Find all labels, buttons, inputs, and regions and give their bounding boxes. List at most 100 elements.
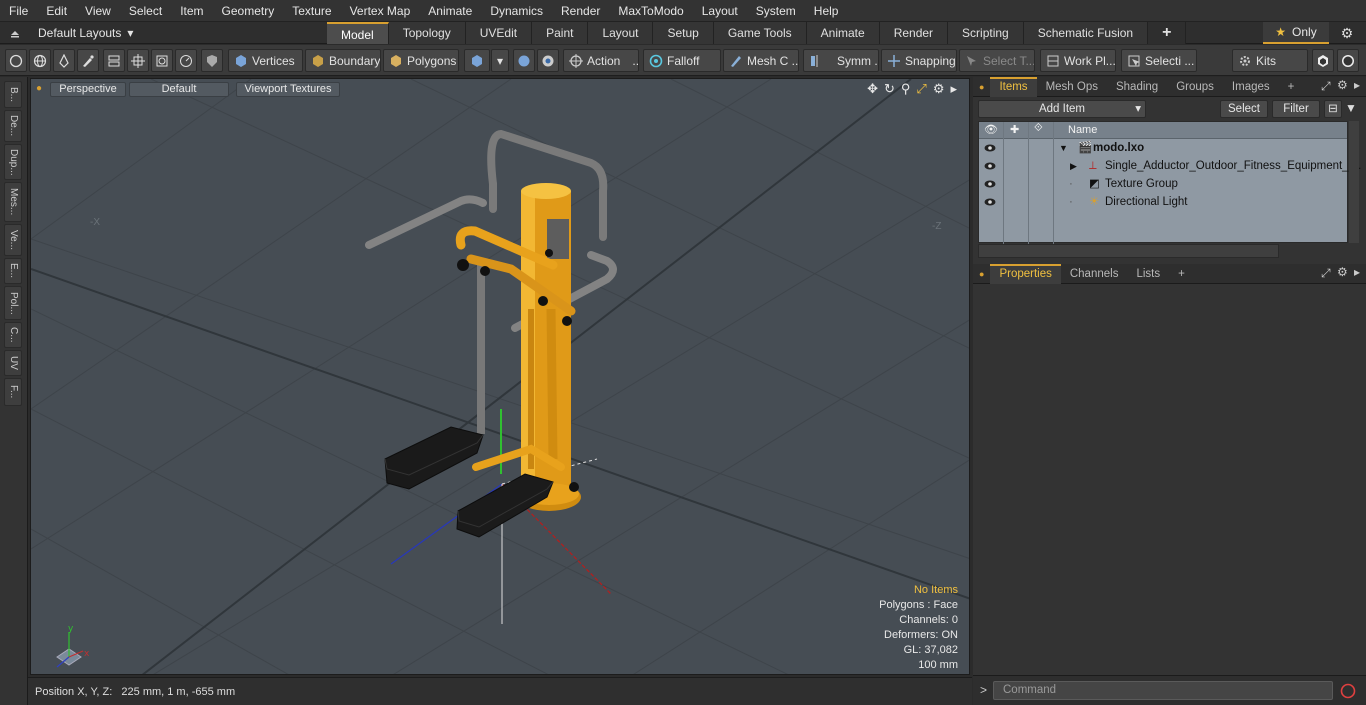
tab-game-tools[interactable]: Game Tools — [713, 22, 807, 44]
select-button[interactable]: Select — [1220, 100, 1268, 118]
type-column-icon[interactable]: ⟐ — [1034, 122, 1043, 135]
tab-properties[interactable]: Properties — [990, 263, 1061, 284]
boundary-button[interactable]: Boundary — [305, 49, 381, 72]
select-circle-icon[interactable] — [5, 49, 27, 72]
tab-schematic-fusion[interactable]: Schematic Fusion — [1023, 22, 1149, 44]
visibility-eye-icon[interactable] — [984, 196, 996, 208]
symmetry-shield-icon[interactable] — [513, 49, 535, 72]
cube-mode-icon[interactable] — [464, 49, 490, 72]
shading-mode-button[interactable]: Default — [129, 82, 229, 97]
menu-geometry[interactable]: Geometry — [213, 0, 284, 22]
tab-shading[interactable]: Shading — [1107, 77, 1167, 97]
left-tab-edge[interactable]: E... — [4, 258, 22, 284]
items-horizontal-scrollbar[interactable] — [978, 244, 1279, 258]
menu-vertex-map[interactable]: Vertex Map — [341, 0, 420, 22]
visibility-column-eye-icon[interactable]: 👁 — [984, 123, 998, 136]
tab-scripting[interactable]: Scripting — [948, 22, 1024, 44]
expand-arrow-icon[interactable]: ▼ — [1059, 139, 1068, 157]
fitness-equipment-model[interactable] — [365, 129, 617, 538]
filter-button[interactable]: Filter — [1272, 100, 1320, 118]
tab-setup[interactable]: Setup — [653, 22, 714, 44]
mode-chevron-down-icon[interactable]: ▾ — [491, 49, 509, 72]
command-input[interactable]: Command — [993, 681, 1333, 700]
menu-texture[interactable]: Texture — [283, 0, 340, 22]
tab-channels[interactable]: Channels — [1061, 264, 1128, 284]
menu-edit[interactable]: Edit — [37, 0, 76, 22]
selection-sets-button[interactable]: Selecti ... — [1121, 49, 1197, 72]
unreal-icon[interactable] — [1337, 49, 1359, 72]
add-properties-tab-icon[interactable]: + — [1169, 264, 1194, 284]
viewport-play-icon[interactable]: ▸ — [950, 81, 957, 97]
work-plane-button[interactable]: Work Pl... — [1040, 49, 1116, 72]
left-tab-deform[interactable]: De... — [4, 110, 22, 142]
menu-animate[interactable]: Animate — [419, 0, 481, 22]
gear-icon[interactable]: ⚙ — [1336, 23, 1358, 43]
shield-icon[interactable] — [201, 49, 223, 72]
layout-selector[interactable]: Default Layouts ▾ — [8, 24, 133, 42]
lock-column-icon[interactable]: ✚ — [1010, 123, 1019, 136]
falloff-button[interactable]: Falloff — [643, 49, 721, 72]
view-type-button[interactable]: Perspective — [50, 82, 126, 97]
vertices-button[interactable]: Vertices — [228, 49, 303, 72]
properties-arrow-icon[interactable]: ▸ — [1354, 265, 1360, 279]
mesh-constraint-button[interactable]: Mesh C ... — [723, 49, 799, 72]
tab-animate[interactable]: Animate — [806, 22, 880, 44]
visibility-eye-icon[interactable] — [984, 160, 996, 172]
globe-icon[interactable] — [29, 49, 51, 72]
tab-mesh-ops[interactable]: Mesh Ops — [1037, 77, 1107, 97]
symmetry-button[interactable]: Symm ... — [803, 49, 879, 72]
menu-maxtomodo[interactable]: MaxToModo — [609, 0, 692, 22]
tab-layout[interactable]: Layout — [588, 22, 654, 44]
transform-icon[interactable] — [127, 49, 149, 72]
item-row-mesh[interactable]: ▶ ⟂ Single_Adductor_Outdoor_Fitness_Equi… — [979, 157, 1361, 175]
funnel-icon[interactable]: ▼ — [1345, 101, 1357, 115]
collapse-arrow-icon[interactable]: ▶ — [1070, 157, 1077, 175]
menu-item[interactable]: Item — [171, 0, 212, 22]
expand-properties-icon[interactable]: ⤢ — [1321, 266, 1331, 281]
tab-topology[interactable]: Topology — [388, 22, 466, 44]
viewport-textures-button[interactable]: Viewport Textures — [236, 82, 340, 97]
snapping-button[interactable]: Snapping — [881, 49, 957, 72]
menu-file[interactable]: File — [0, 0, 37, 22]
select-through-icon[interactable] — [537, 49, 559, 72]
menu-dynamics[interactable]: Dynamics — [481, 0, 552, 22]
menu-help[interactable]: Help — [805, 0, 848, 22]
tab-lists[interactable]: Lists — [1127, 264, 1169, 284]
tab-paint[interactable]: Paint — [532, 22, 589, 44]
frame-icon[interactable] — [151, 49, 173, 72]
panel-arrow-icon[interactable]: ▸ — [1354, 78, 1360, 92]
kits-button[interactable]: Kits — [1232, 49, 1308, 72]
panel-gear-icon[interactable]: ⚙ — [1337, 78, 1348, 92]
viewport-settings-gear-icon[interactable]: ⚙ — [933, 81, 945, 97]
record-macro-icon[interactable] — [1340, 683, 1356, 699]
fit-view-icon[interactable]: ⤢ — [916, 81, 926, 97]
tab-items[interactable]: Items — [990, 76, 1037, 97]
rotate-view-icon[interactable]: ↻ — [884, 81, 895, 97]
pen-tool-icon[interactable] — [53, 49, 75, 72]
left-tab-duplicate[interactable]: Dup... — [4, 144, 22, 180]
menu-system[interactable]: System — [747, 0, 805, 22]
menu-select[interactable]: Select — [120, 0, 171, 22]
unity-icon[interactable] — [1312, 49, 1334, 72]
3d-viewport[interactable]: y x -X -Z ● Perspective Default Viewport… — [30, 78, 970, 675]
action-center-button[interactable]: Action... — [563, 49, 639, 72]
left-tab-fusion[interactable]: F... — [4, 378, 22, 406]
add-panel-tab-icon[interactable]: + — [1279, 77, 1304, 97]
tab-render[interactable]: Render — [879, 22, 949, 44]
tab-groups[interactable]: Groups — [1167, 77, 1223, 97]
name-column-header[interactable]: Name — [1068, 124, 1097, 136]
left-tab-curve[interactable]: C... — [4, 322, 22, 348]
viewport-scene[interactable]: y x -X -Z — [31, 79, 970, 675]
select-through-button[interactable]: Select T... — [959, 49, 1035, 72]
menu-layout[interactable]: Layout — [693, 0, 747, 22]
clock-icon[interactable] — [175, 49, 197, 72]
left-tab-basic[interactable]: B... — [4, 81, 22, 108]
brush-icon[interactable] — [77, 49, 99, 72]
visibility-eye-icon[interactable] — [984, 142, 996, 154]
only-toggle[interactable]: ★ Only — [1263, 22, 1329, 44]
left-tab-mesh-edit[interactable]: Mes... — [4, 182, 22, 222]
visibility-eye-icon[interactable] — [984, 178, 996, 190]
menu-view[interactable]: View — [76, 0, 120, 22]
layers-icon[interactable] — [103, 49, 125, 72]
move-view-icon[interactable]: ✥ — [867, 81, 878, 97]
